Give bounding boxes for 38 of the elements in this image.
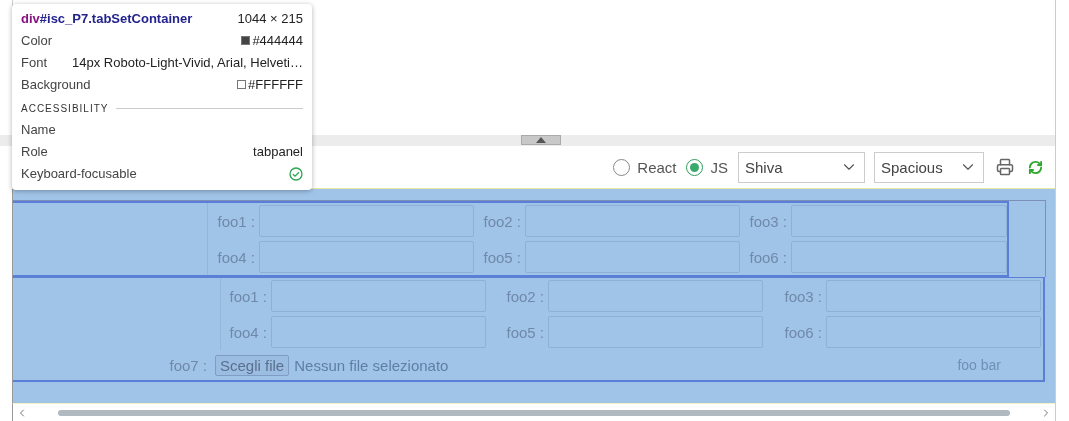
property-value: tabpanel	[253, 144, 303, 159]
field-label: foo4 :	[228, 323, 268, 341]
field-label: foo7 :	[168, 356, 208, 374]
radio-label: React	[637, 158, 677, 176]
field-label: foo3 :	[748, 212, 788, 230]
property-value: 14px Roboto-Light-Vivid, Arial, Helveti…	[72, 55, 303, 70]
up-arrow-icon	[535, 137, 546, 143]
property-label: Background	[21, 77, 91, 92]
splitter-handle[interactable]	[520, 135, 561, 145]
field-label: foo2 :	[505, 287, 545, 305]
element-size: 1044 × 215	[237, 11, 303, 26]
input-field[interactable]	[791, 205, 1007, 237]
field-label: foo3 :	[783, 287, 823, 305]
scrollbar-thumb[interactable]	[58, 409, 1010, 416]
select-field[interactable]: Shiva	[738, 151, 865, 183]
select-field[interactable]: Spacious	[874, 151, 984, 183]
field-label: foo2 :	[482, 212, 522, 230]
section-heading: ACCESSIBILITY	[21, 103, 109, 114]
property-value: #FFFFFF	[237, 77, 303, 92]
field-label: foo5 :	[482, 248, 522, 266]
printer-icon[interactable]	[996, 158, 1014, 176]
property-label: Color	[21, 33, 53, 48]
property-value: #444444	[241, 33, 303, 48]
property-label: Role	[21, 144, 48, 159]
field-label: foo4 :	[216, 248, 256, 266]
property-label: Font	[21, 55, 47, 70]
file-status: Nessun file selezionato	[294, 356, 449, 374]
field-label: foo5 :	[505, 323, 545, 341]
field-label: foo1 :	[216, 212, 256, 230]
element-selector: div#isc_P7.tabSetContainer	[21, 11, 193, 26]
field-label: foo6 :	[748, 248, 788, 266]
property-label: Name	[21, 122, 56, 137]
property-label: Keyboard-focusable	[21, 166, 137, 181]
radio-label: JS	[710, 158, 728, 176]
field-label: foo1 :	[228, 287, 268, 305]
field-label: foo6 :	[783, 323, 823, 341]
input-field[interactable]	[791, 241, 1007, 273]
refresh-icon[interactable]	[1028, 159, 1043, 175]
